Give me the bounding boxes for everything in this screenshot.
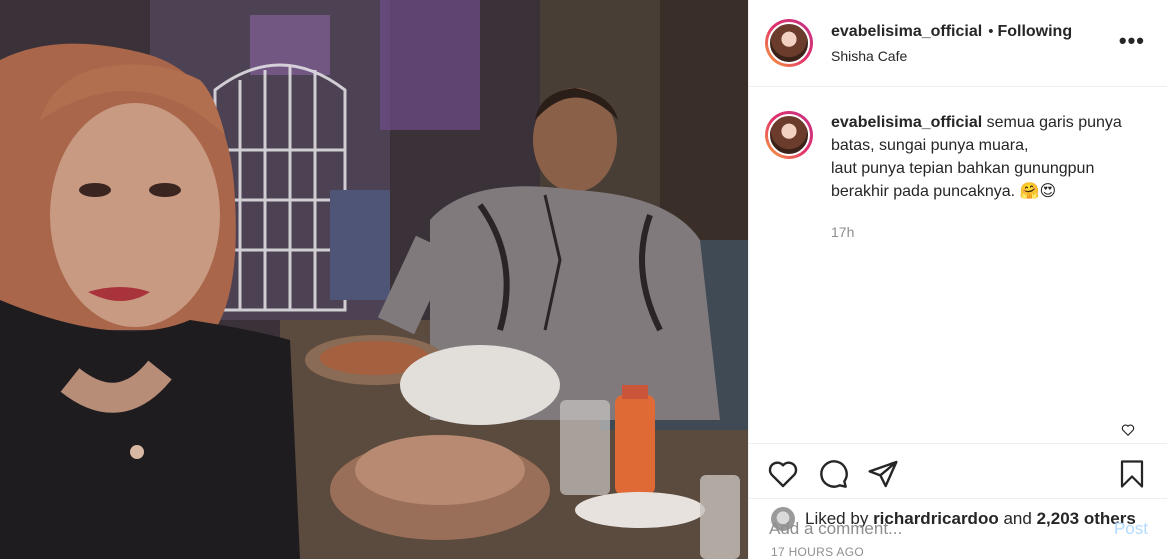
author-username[interactable]: evabelisima_official [831, 23, 982, 40]
caption-text-line3: laut punya tepian bahkan gunungpun [831, 160, 1095, 177]
more-options-icon[interactable]: ••• [1119, 30, 1145, 52]
comments-section: evabelisima_official semua garis punya b… [749, 87, 1167, 443]
caption-text-line4: berakhir pada puncaknya. [831, 183, 1016, 200]
bookmark-icon[interactable] [1117, 458, 1147, 490]
caption-body: evabelisima_official semua garis punya b… [831, 111, 1131, 244]
instagram-post-view: evabelisima_official • Following Shisha Ca… [0, 0, 1167, 559]
post-comment-button[interactable]: Post [1114, 519, 1148, 539]
comment-icon[interactable] [817, 458, 849, 490]
caption-username[interactable]: evabelisima_official [831, 114, 982, 131]
post-photo[interactable] [0, 0, 748, 559]
following-button[interactable]: Following [997, 23, 1072, 40]
comment-input[interactable] [769, 519, 1114, 539]
comment-like-icon[interactable] [1121, 423, 1135, 437]
share-icon[interactable] [867, 458, 899, 490]
heart-icon[interactable] [767, 458, 799, 490]
caption-time[interactable]: 17h [831, 221, 1131, 244]
caption-text-line1: semua garis punya [986, 114, 1122, 131]
post-sidebar: evabelisima_official • Following Shisha Ca… [748, 0, 1167, 559]
caption: evabelisima_official semua garis punya b… [765, 111, 1151, 244]
caption-text-line2: batas, sungai punya muara, [831, 137, 1029, 154]
author-info: evabelisima_official • Following Shisha Ca… [831, 23, 1072, 64]
caption-emojis: 🤗😍 [1019, 183, 1057, 200]
photo-illustration [0, 0, 748, 559]
action-bar [749, 443, 1167, 503]
post-header: evabelisima_official • Following Shisha Ca… [749, 0, 1167, 87]
location-link[interactable]: Shisha Cafe [831, 48, 1072, 64]
caption-avatar[interactable] [765, 111, 813, 159]
separator-dot: • [988, 22, 994, 40]
author-avatar[interactable] [765, 19, 813, 67]
add-comment-bar: Post [749, 498, 1167, 559]
